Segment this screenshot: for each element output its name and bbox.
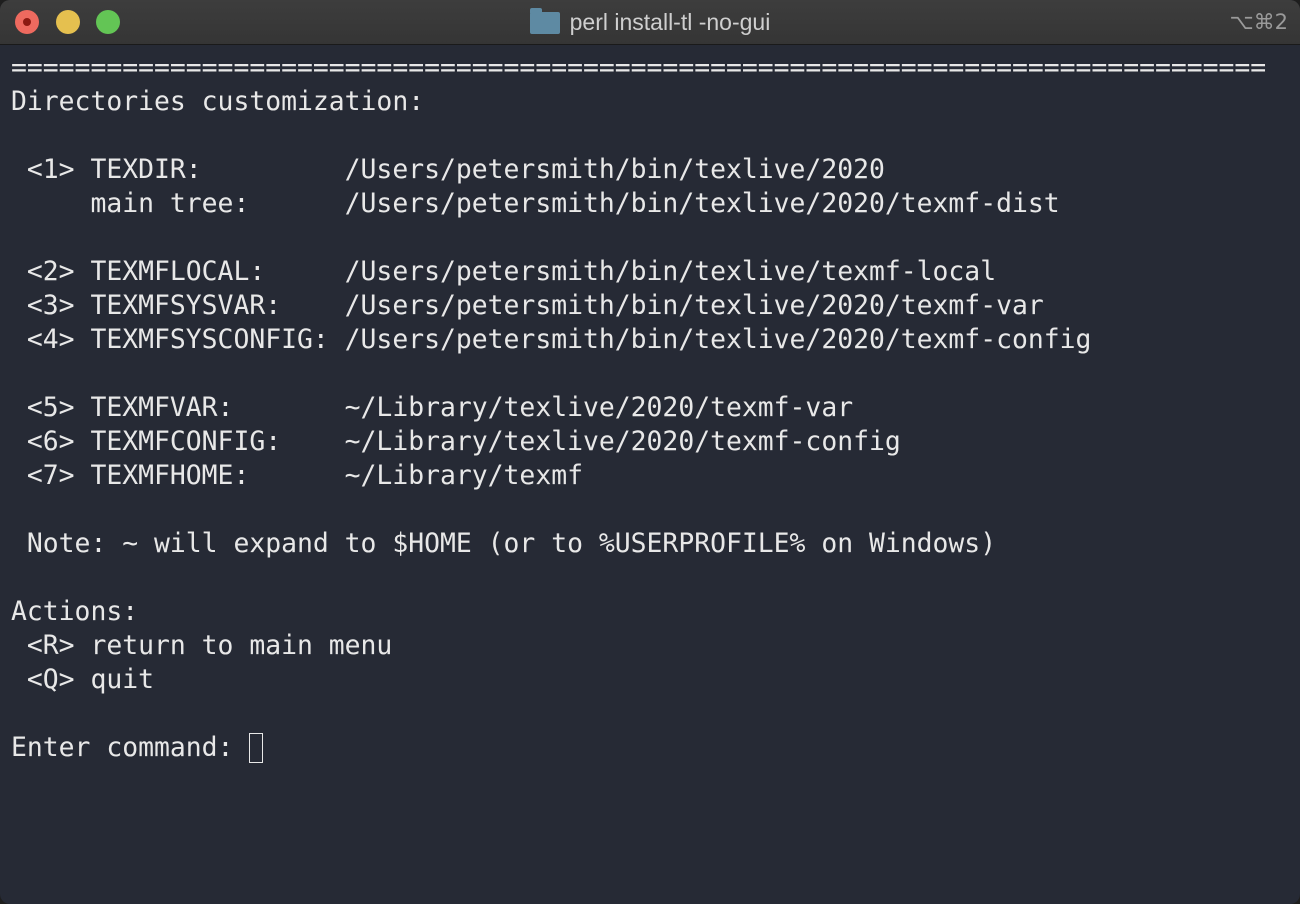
window-shortcut: ⌥⌘2: [1229, 10, 1288, 34]
terminal-line: <5> TEXMFVAR: ~/Library/texlive/2020/tex…: [11, 392, 854, 423]
terminal-line: <Q> quit: [11, 664, 154, 695]
text-cursor: [249, 733, 264, 763]
folder-icon: [529, 8, 560, 34]
terminal-line: Directories customization:: [11, 86, 425, 117]
prompt-text: Enter command:: [11, 732, 250, 763]
terminal-line: <7> TEXMFHOME: ~/Library/texmf: [11, 460, 583, 491]
window-title-text: perl install-tl -no-gui: [569, 8, 771, 35]
terminal-line: main tree: /Users/petersmith/bin/texlive…: [11, 188, 1060, 219]
terminal-line: <4> TEXMFSYSCONFIG: /Users/petersmith/bi…: [11, 324, 1092, 355]
terminal-line: Note: ~ will expand to $HOME (or to %USE…: [11, 528, 997, 559]
terminal-line: <2> TEXMFLOCAL: /Users/petersmith/bin/te…: [11, 256, 997, 287]
terminal-line: ========================================…: [11, 52, 1267, 83]
terminal-line: <3> TEXMFSYSVAR: /Users/petersmith/bin/t…: [11, 290, 1044, 321]
terminal-line: <R> return to main menu: [11, 630, 393, 661]
terminal-line: <6> TEXMFCONFIG: ~/Library/texlive/2020/…: [11, 426, 901, 457]
terminal-line: <1> TEXDIR: /Users/petersmith/bin/texliv…: [11, 154, 885, 185]
window-title: perl install-tl -no-gui: [0, 0, 1300, 44]
title-bar: perl install-tl -no-gui ⌥⌘2: [0, 0, 1300, 45]
terminal-line: Actions:: [11, 596, 139, 627]
terminal-window: perl install-tl -no-gui ⌥⌘2 ============…: [0, 0, 1300, 904]
terminal-output[interactable]: ========================================…: [11, 51, 1300, 765]
command-prompt[interactable]: Enter command:: [11, 731, 1300, 765]
